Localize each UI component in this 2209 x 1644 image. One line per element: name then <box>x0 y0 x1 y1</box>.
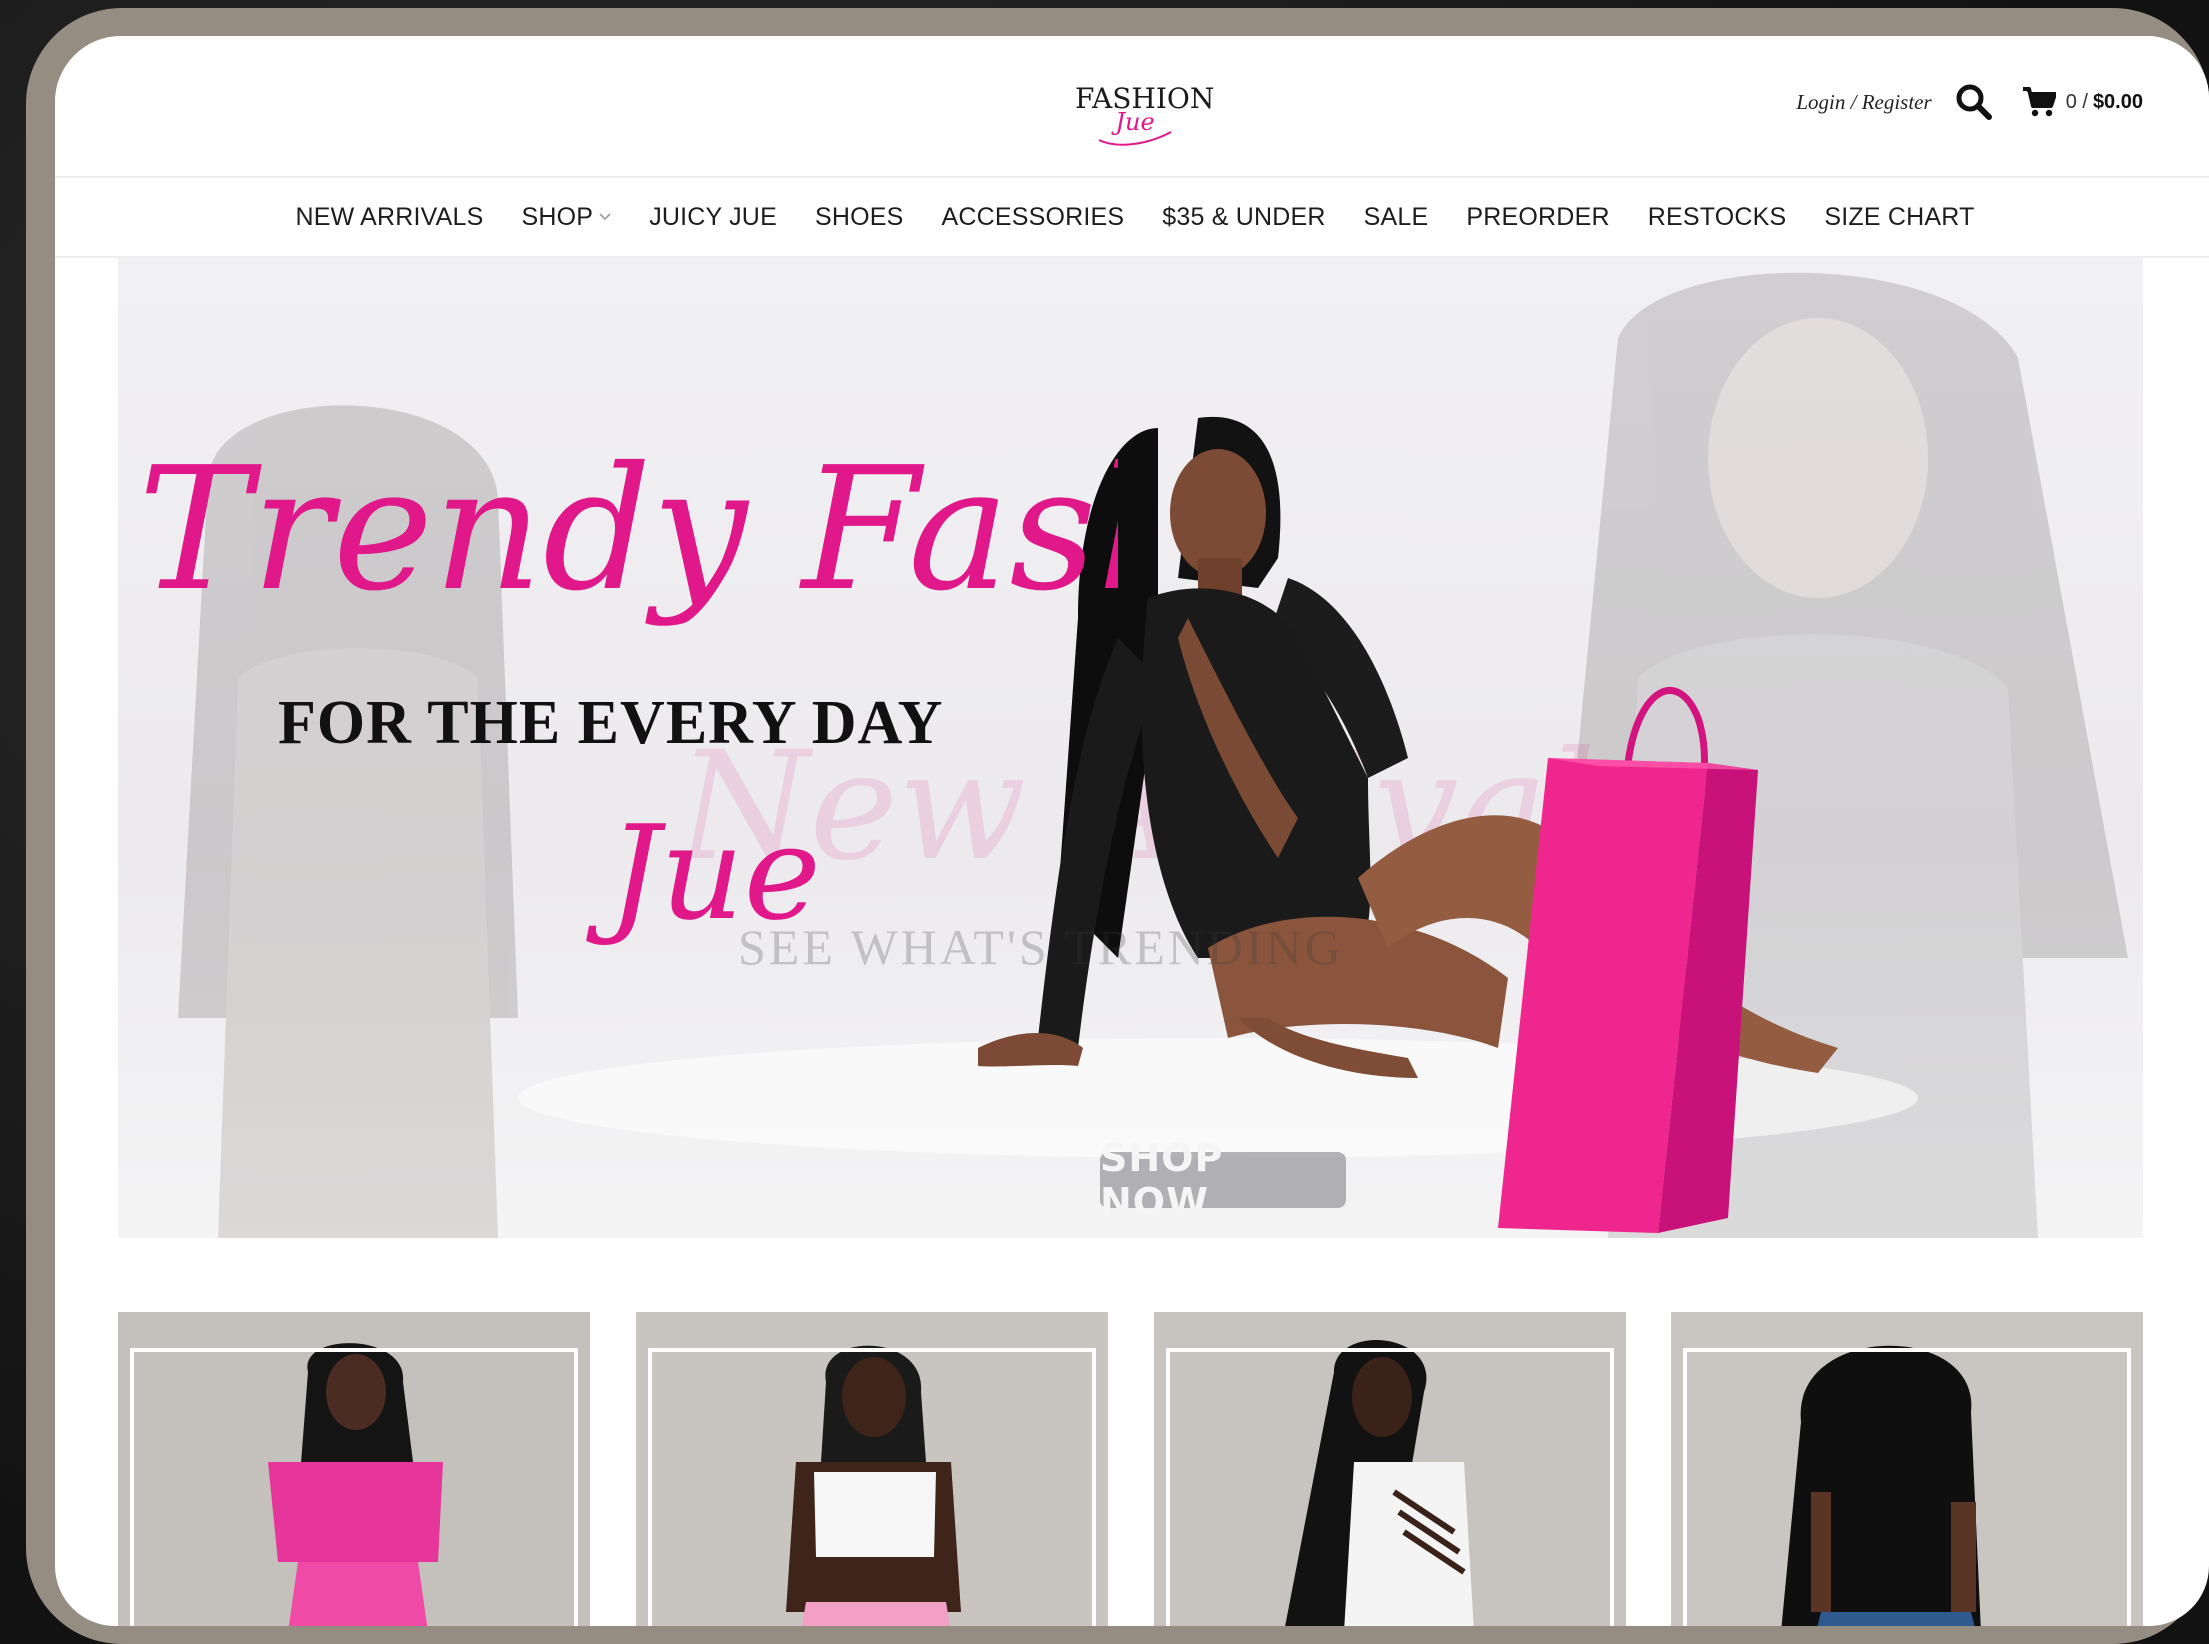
hero-banner[interactable]: New Arrivals Trendy Fas Jue FOR THE EVER… <box>118 258 2143 1238</box>
cart-total[interactable]: $0.00 <box>2093 91 2143 114</box>
nav-shop[interactable]: SHOP <box>522 203 612 232</box>
shop-now-button[interactable]: SHOP NOW <box>1100 1136 1346 1224</box>
main-navigation: NEW ARRIVALS SHOP JUICY JUE SHOES ACCESS… <box>55 176 2209 258</box>
nav-label: SHOES <box>814 202 904 231</box>
site-logo[interactable]: FASHION Jue <box>1075 82 1214 172</box>
product-card[interactable] <box>1154 1312 1626 1626</box>
nav-juicy-jue[interactable]: JUICY JUE <box>649 203 777 232</box>
hero-faded-caption: SEE WHAT'S TRENDING <box>738 919 1344 975</box>
nav-new-arrivals[interactable]: NEW ARRIVALS <box>295 203 483 232</box>
nav-label: RESTOCKS <box>1647 202 1787 231</box>
nav-label: SALE <box>1363 202 1429 231</box>
nav-accessories[interactable]: ACCESSORIES <box>941 203 1124 232</box>
nav-size-chart[interactable]: SIZE CHART <box>1824 203 1974 232</box>
nav-shoes[interactable]: SHOES <box>815 203 904 232</box>
nav-label: ACCESSORIES <box>941 202 1125 231</box>
nav-label: SHOP <box>521 202 594 231</box>
nav-label: $35 & UNDER <box>1162 202 1326 231</box>
tile-frame <box>648 1348 1096 1626</box>
nav-label: SIZE CHART <box>1824 202 1975 231</box>
product-card[interactable] <box>1671 1312 2143 1626</box>
product-card[interactable] <box>118 1312 590 1626</box>
cart-count[interactable]: 0 / <box>2066 91 2088 114</box>
script-line-1: Trendy Fashion <box>138 431 1118 629</box>
logo-swoosh-icon <box>1098 131 1172 146</box>
login-register-link[interactable]: Login / Register <box>1796 90 1931 115</box>
nav-label: PREORDER <box>1466 202 1610 231</box>
nav-label: JUICY JUE <box>649 202 777 231</box>
cart-icon[interactable] <box>2022 86 2056 118</box>
nav-preorder[interactable]: PREORDER <box>1466 203 1609 232</box>
site-header: FASHION Jue Login / Register 0 / $0.00 <box>55 36 2209 176</box>
nav-35-and-under[interactable]: $35 & UNDER <box>1162 203 1325 232</box>
tile-frame <box>130 1348 578 1626</box>
browser-screen: FASHION Jue Login / Register 0 / $0.00 N… <box>55 36 2209 1626</box>
tile-frame <box>1166 1348 1614 1626</box>
hero-script-title: Trendy Fashion Jue <box>138 431 1118 949</box>
tile-frame <box>1683 1348 2131 1626</box>
product-card[interactable] <box>636 1312 1108 1626</box>
chevron-down-icon <box>599 213 611 221</box>
search-icon[interactable] <box>1954 82 1994 122</box>
product-grid <box>118 1312 2143 1626</box>
user-tools: Login / Register 0 / $0.00 <box>1796 82 2143 122</box>
hero-subtitle: FOR THE EVERY DAY <box>278 689 944 757</box>
nav-restocks[interactable]: RESTOCKS <box>1648 203 1787 232</box>
nav-label: NEW ARRIVALS <box>295 202 484 231</box>
nav-sale[interactable]: SALE <box>1364 203 1429 232</box>
